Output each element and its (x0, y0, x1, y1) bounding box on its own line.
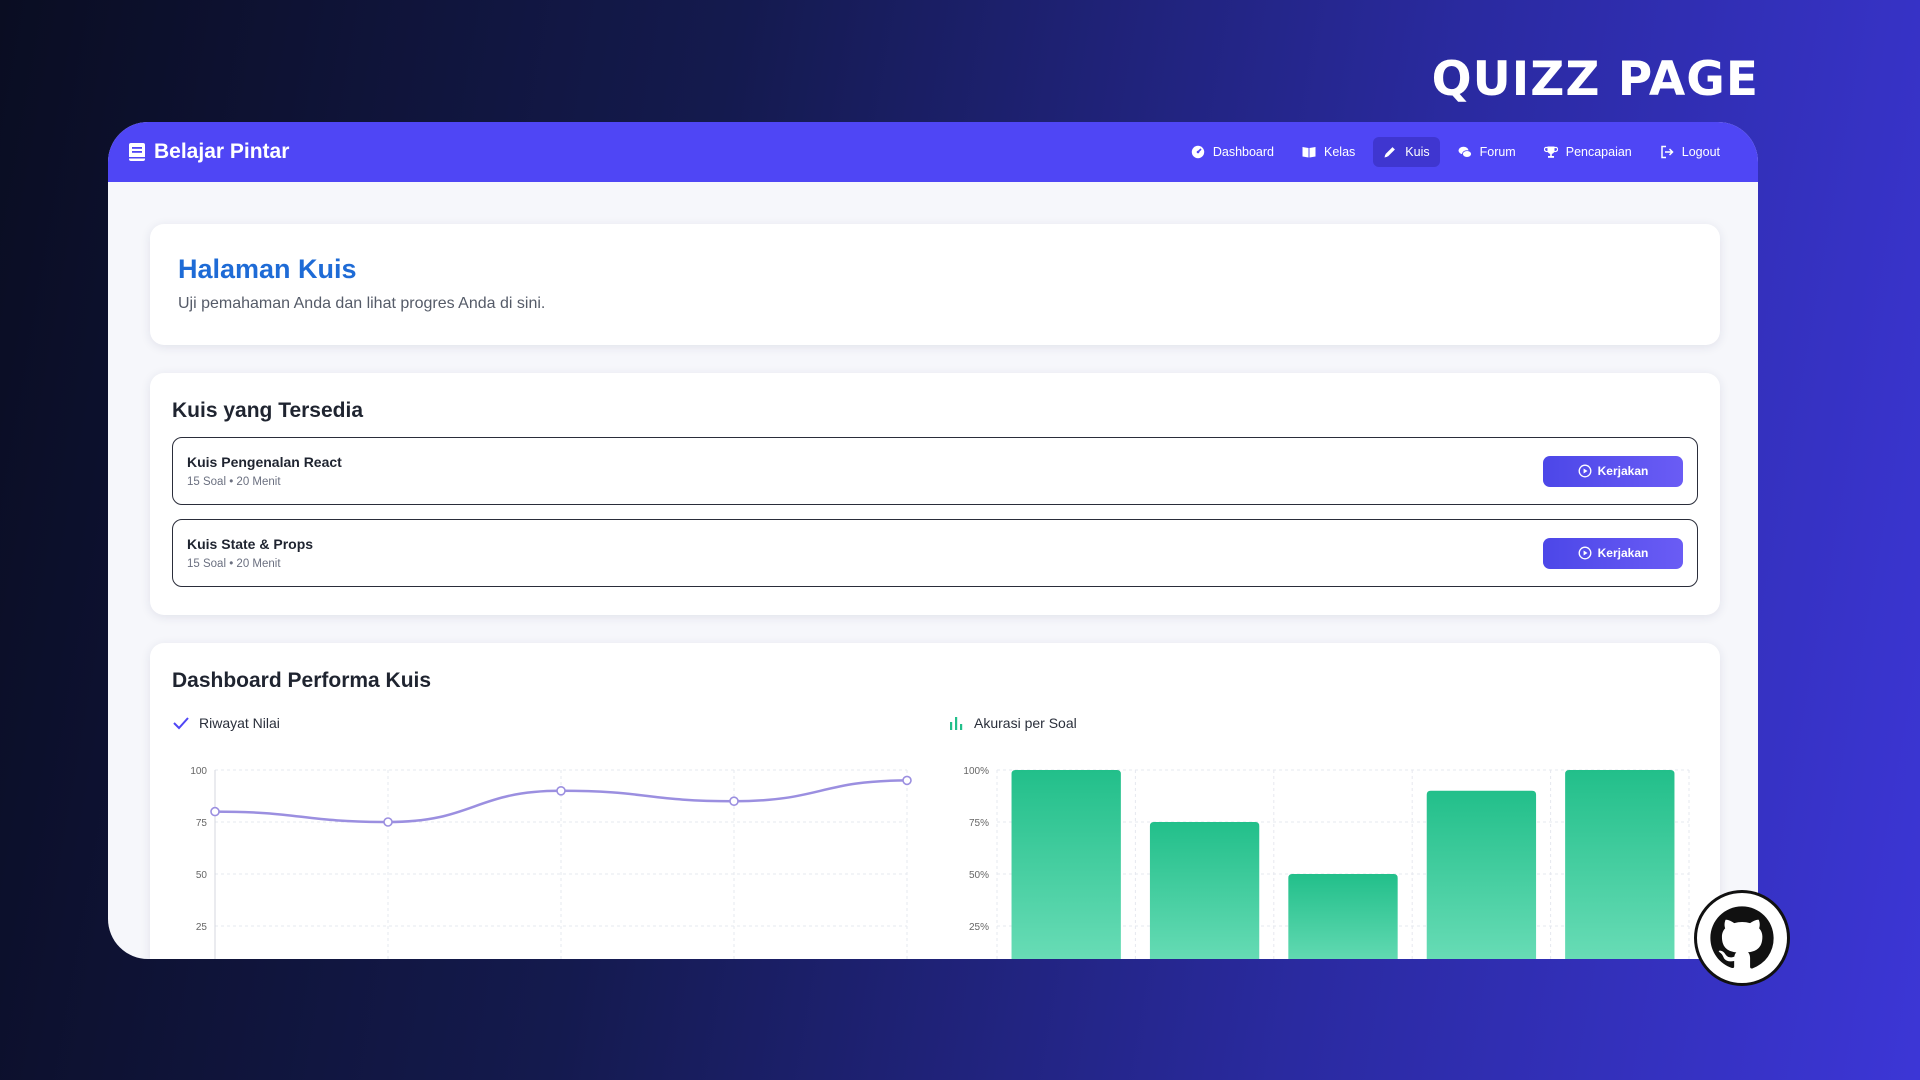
nav-label: Kuis (1405, 145, 1430, 159)
github-icon (1710, 906, 1774, 969)
accuracy-bar (1011, 770, 1121, 959)
page-subtitle: Uji pemahaman Anda dan lihat progres And… (178, 295, 546, 312)
play-circle-icon (1578, 546, 1592, 560)
pencil-icon (1384, 147, 1396, 158)
book-icon (129, 143, 145, 161)
nav-menu: Dashboard Kelas Kuis Forum Pencapaian Lo… (1181, 137, 1730, 167)
performance-dashboard-card: Dashboard Performa Kuis Riwayat Nilai 02… (150, 643, 1720, 959)
quiz-meta: 15 Soal • 20 Menit (187, 476, 281, 488)
section-title: Dashboard Performa Kuis (172, 669, 432, 692)
data-point (729, 796, 739, 807)
play-circle-icon (1578, 464, 1592, 478)
score-history-panel: Riwayat Nilai 0 25 50 75 100 (172, 715, 912, 959)
accuracy-bar (1149, 822, 1260, 959)
bar-chart-icon (950, 717, 963, 730)
chart-label: Akurasi per Soal (947, 715, 1692, 731)
y-tick-label: 50 (196, 870, 208, 881)
accuracy-chart: 0%25%50%75%100% (963, 766, 1690, 959)
y-tick-label: 100 (190, 766, 207, 777)
page-header-card: Halaman Kuis Uji pemahaman Anda dan liha… (150, 224, 1720, 345)
button-label: Kerjakan (1597, 464, 1649, 478)
main-content: Halaman Kuis Uji pemahaman Anda dan liha… (108, 224, 1758, 959)
data-point (383, 817, 393, 827)
nav-item-forum[interactable]: Forum (1448, 137, 1526, 167)
chart-title: Riwayat Nilai (199, 715, 280, 731)
data-point (556, 785, 566, 796)
y-tick-label: 25% (969, 922, 989, 933)
y-tick-label: 75 (196, 818, 208, 829)
chat-bubbles-icon (1458, 146, 1472, 158)
section-title: Kuis yang Tersedia (172, 399, 364, 422)
start-quiz-button[interactable]: Kerjakan (1543, 455, 1683, 487)
github-link[interactable] (1694, 890, 1790, 986)
y-tick-label: 25 (196, 922, 208, 933)
nav-label: Dashboard (1212, 145, 1274, 159)
start-quiz-button[interactable]: Kerjakan (1543, 537, 1683, 569)
page-title: Halaman Kuis (178, 254, 357, 284)
gauge-icon (1191, 145, 1205, 159)
chart-label: Riwayat Nilai (172, 715, 912, 731)
app-window: Belajar Pintar Dashboard Kelas Kuis Foru… (108, 122, 1758, 959)
quiz-name: Kuis State & Props (187, 536, 314, 552)
y-tick-label: 75% (969, 818, 989, 829)
logout-icon (1661, 145, 1674, 159)
open-book-icon (1302, 147, 1316, 158)
hero-title: QUIZZ PAGE (1431, 52, 1759, 107)
data-point (210, 806, 220, 817)
nav-item-dashboard[interactable]: Dashboard (1181, 137, 1284, 167)
nav-item-pencapaian[interactable]: Pencapaian (1534, 137, 1642, 167)
accuracy-panel: Akurasi per Soal 0% 25% 50% 75% 100% (947, 715, 1692, 959)
nav-item-kelas[interactable]: Kelas (1292, 137, 1365, 167)
nav-item-kuis[interactable]: Kuis (1373, 137, 1440, 167)
quiz-item: Kuis State & Props 15 Soal • 20 Menit Ke… (172, 519, 1698, 587)
accuracy-bar (1426, 790, 1537, 959)
y-tick-label: 50% (969, 870, 989, 881)
nav-label: Logout (1681, 145, 1720, 159)
nav-label: Pencapaian (1565, 145, 1632, 159)
nav-label: Kelas (1324, 145, 1356, 159)
nav-item-logout[interactable]: Logout (1650, 137, 1730, 167)
y-tick-label: 100% (963, 766, 989, 777)
score-history-chart: 0255075100 (190, 766, 912, 959)
available-quizzes-card: Kuis yang Tersedia Kuis Pengenalan React… (150, 373, 1720, 615)
check-icon (173, 717, 189, 730)
quiz-meta: 15 Soal • 20 Menit (187, 558, 281, 570)
accuracy-bar (1565, 770, 1675, 959)
brand[interactable]: Belajar Pintar (128, 140, 289, 164)
brand-name: Belajar Pintar (154, 140, 290, 163)
trophy-icon (1543, 146, 1558, 158)
accuracy-bar (1288, 874, 1398, 959)
quiz-name: Kuis Pengenalan React (187, 454, 342, 470)
button-label: Kerjakan (1597, 546, 1649, 560)
quiz-item: Kuis Pengenalan React 15 Soal • 20 Menit… (172, 437, 1698, 505)
data-point (902, 775, 912, 786)
navbar: Belajar Pintar Dashboard Kelas Kuis Foru… (108, 122, 1758, 182)
chart-title: Akurasi per Soal (974, 715, 1077, 731)
nav-label: Forum (1479, 145, 1516, 159)
